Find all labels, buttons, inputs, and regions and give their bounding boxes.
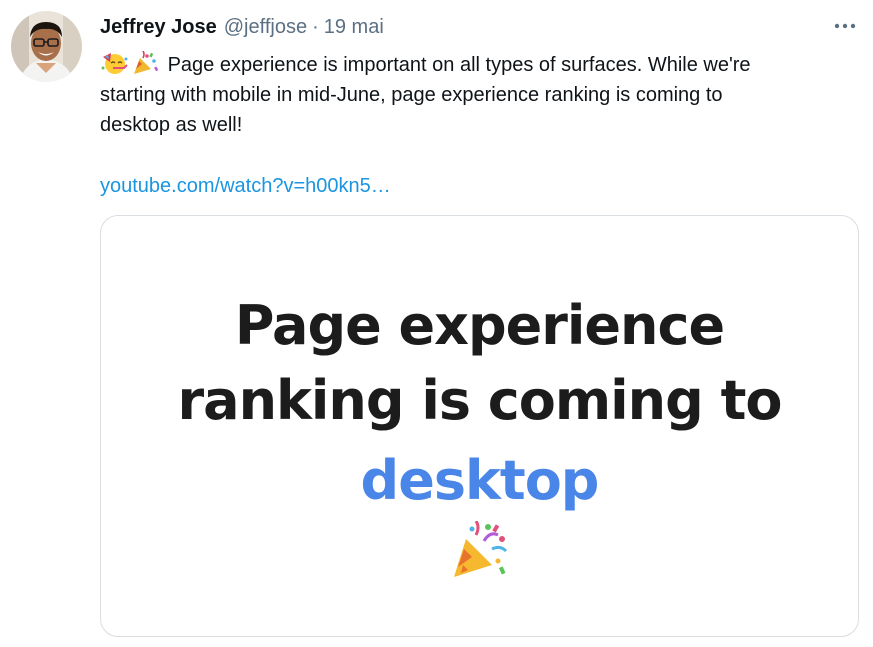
tweet-text-line-1-content: Page experience is important on all type… — [167, 54, 751, 76]
tweet-text-line-3: desktop as well! — [100, 114, 243, 136]
author-name[interactable]: Jeffrey Jose — [100, 16, 217, 39]
party-popper-icon — [450, 521, 508, 579]
tweet-timestamp[interactable]: 19 mai — [324, 16, 384, 39]
card-title-line-1: Page experience — [234, 294, 725, 357]
party-popper-icon — [131, 51, 160, 75]
tweet-header: Jeffrey Jose @jeffjose · 19 mai — [100, 14, 384, 40]
more-options-icon — [834, 23, 856, 29]
more-options-button[interactable] — [828, 14, 862, 38]
author-avatar[interactable] — [11, 11, 82, 82]
tweet-text-line-1: Page experience is important on all type… — [100, 50, 840, 80]
partying-face-icon — [100, 51, 129, 75]
media-card[interactable]: Page experience ranking is coming to des… — [100, 215, 859, 637]
author-handle[interactable]: @jeffjose — [224, 16, 307, 39]
tweet: Jeffrey Jose @jeffjose · 19 mai Page exp… — [0, 0, 873, 647]
card-title-line-2: ranking is coming to — [177, 369, 783, 432]
tweet-text: Page experience is important on all type… — [100, 50, 840, 140]
tweet-text-line-2: starting with mobile in mid-June, page e… — [100, 84, 723, 106]
tweet-link[interactable]: youtube.com/watch?v=h00kn5… — [100, 172, 391, 200]
card-title-line-3: desktop — [360, 449, 600, 512]
header-separator: · — [312, 15, 319, 38]
